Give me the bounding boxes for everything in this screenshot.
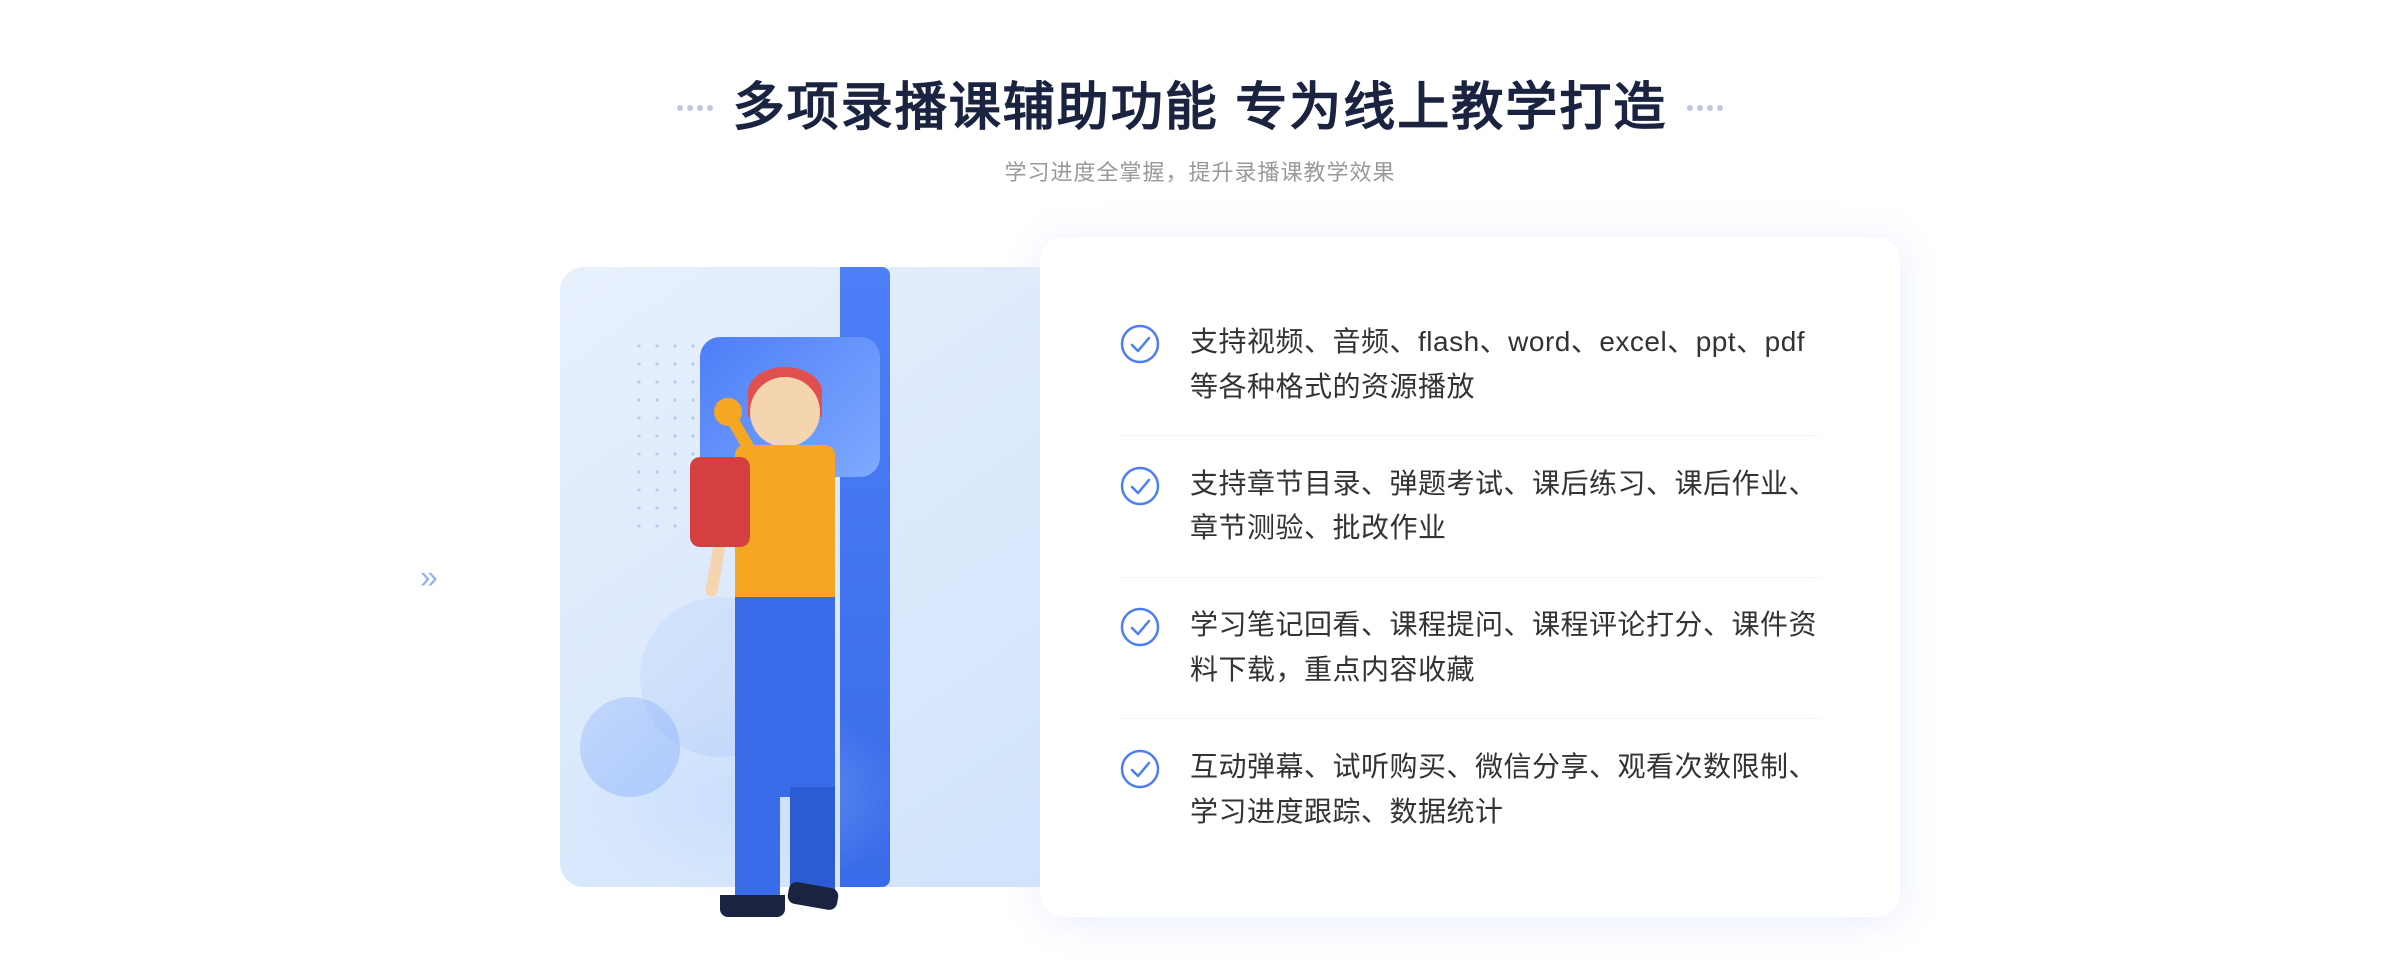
feature-item-1: 支持视频、音频、flash、word、excel、ppt、pdf等各种格式的资源… (1120, 300, 1820, 430)
shoe-left (720, 895, 785, 917)
pants (735, 597, 835, 797)
feature-item-2: 支持章节目录、弹题考试、课后练习、课后作业、章节测验、批改作业 (1120, 442, 1820, 572)
torso (735, 445, 835, 605)
illustration-container (500, 237, 1080, 917)
check-icon-3 (1120, 607, 1160, 647)
main-title: 多项录播课辅助功能 专为线上教学打造 (733, 77, 1667, 139)
leg-right (790, 787, 835, 897)
feature-text-2: 支持章节目录、弹题考试、课后练习、课后作业、章节测验、批改作业 (1190, 462, 1820, 552)
card-wrapper: 支持视频、音频、flash、word、excel、ppt、pdf等各种格式的资源… (1040, 237, 1900, 917)
person-figure (640, 337, 920, 917)
head (750, 377, 820, 447)
divider-1 (1120, 435, 1820, 436)
title-dots-left (677, 105, 713, 111)
chevron-icon: » (420, 559, 438, 596)
divider-2 (1120, 577, 1820, 578)
feature-text-3: 学习笔记回看、课程提问、课程评论打分、课件资料下载，重点内容收藏 (1190, 603, 1820, 693)
right-panel: 支持视频、音频、flash、word、excel、ppt、pdf等各种格式的资源… (1040, 237, 1900, 917)
feature-text-4: 互动弹幕、试听购买、微信分享、观看次数限制、学习进度跟踪、数据统计 (1190, 745, 1820, 835)
content-area: » (500, 237, 1900, 917)
title-dots-right (1687, 105, 1723, 111)
subtitle: 学习进度全掌握，提升录播课教学效果 (1004, 155, 1395, 187)
backpack (690, 457, 750, 547)
header-section: 多项录播课辅助功能 专为线上教学打造 学习进度全掌握，提升录播课教学效果 (677, 77, 1723, 187)
title-row: 多项录播课辅助功能 专为线上教学打造 (677, 77, 1723, 139)
feature-item-3: 学习笔记回看、课程提问、课程评论打分、课件资料下载，重点内容收藏 (1120, 583, 1820, 713)
feature-item-4: 互动弹幕、试听购买、微信分享、观看次数限制、学习进度跟踪、数据统计 (1120, 725, 1820, 855)
check-icon-1 (1120, 324, 1160, 364)
left-arrows-decoration: » (420, 559, 438, 596)
leg-left (735, 787, 780, 907)
divider-3 (1120, 718, 1820, 719)
page-container: 多项录播课辅助功能 专为线上教学打造 学习进度全掌握，提升录播课教学效果 » (0, 17, 2400, 957)
feature-text-1: 支持视频、音频、flash、word、excel、ppt、pdf等各种格式的资源… (1190, 320, 1820, 410)
check-icon-4 (1120, 749, 1160, 789)
check-icon-2 (1120, 466, 1160, 506)
